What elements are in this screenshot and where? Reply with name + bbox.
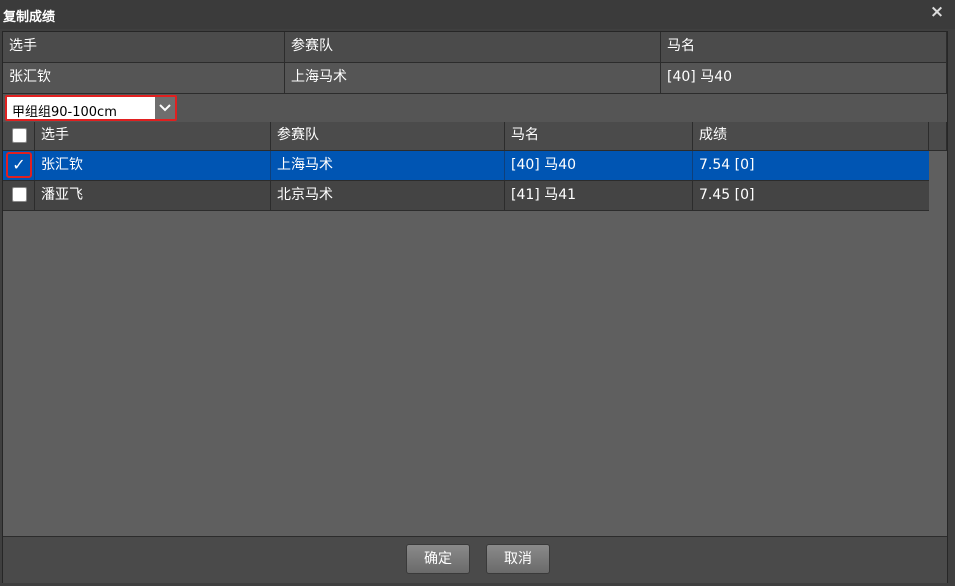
row-score: 7.54 [0] [699,157,755,173]
table-row[interactable]: 潘亚飞 北京马术 [41] 马41 7.45 [0] [3,181,929,211]
row-rider: 潘亚飞 [35,181,271,210]
ok-button[interactable]: 确定 [406,544,470,574]
chevron-down-icon[interactable] [155,97,175,119]
list-header-horse[interactable]: 马名 [505,122,693,150]
dialog-footer: 确定 取消 [3,536,947,583]
list-header-row: 选手 参赛队 马名 成绩 [3,122,947,151]
source-header-rider: 选手 [3,32,285,62]
close-icon[interactable]: × [929,4,945,21]
group-select-row: 甲组组90-100cm [3,94,947,123]
row-checkbox-checked[interactable]: ✓ [6,152,32,178]
row-team: 北京马术 [271,181,505,210]
list-header-score[interactable]: 成绩 [693,122,929,150]
row-team: 上海马术 [271,151,505,180]
source-rider: 张汇钦 [3,63,285,93]
source-row: 张汇钦 上海马术 [40] 马40 [3,63,947,94]
row-rider: 张汇钦 [35,151,271,180]
group-select[interactable]: 甲组组90-100cm [5,95,177,121]
scrollbar-header-spacer [929,122,947,150]
source-header-horse: 马名 [661,32,947,62]
table-row[interactable]: ✓ 张汇钦 上海马术 [40] 马40 7.54 [0] [3,151,929,181]
row-horse: [41] 马41 [505,181,693,210]
row-horse: [40] 马40 [505,151,693,180]
row-checkbox-cell [3,181,35,210]
row-checkbox[interactable] [12,187,27,202]
source-header-row: 选手 参赛队 马名 [3,32,947,63]
row-score: 7.45 [0] [699,187,755,203]
select-all-cell [3,122,35,150]
dialog-title: 复制成绩 [3,10,56,25]
checkmark-icon: ✓ [12,155,26,174]
dialog-titlebar: 复制成绩 × [0,0,955,29]
list-header-team[interactable]: 参赛队 [271,122,505,150]
source-team: 上海马术 [285,63,661,93]
source-header-team: 参赛队 [285,32,661,62]
cancel-button[interactable]: 取消 [486,544,550,574]
dialog-body: 选手 参赛队 马名 张汇钦 上海马术 [40] 马40 甲组组90-100cm … [2,31,948,583]
source-horse: [40] 马40 [661,63,947,93]
row-checkbox-cell: ✓ [3,151,35,180]
list-header-rider[interactable]: 选手 [35,122,271,150]
group-select-value: 甲组组90-100cm [12,105,117,120]
select-all-checkbox[interactable] [12,128,27,143]
